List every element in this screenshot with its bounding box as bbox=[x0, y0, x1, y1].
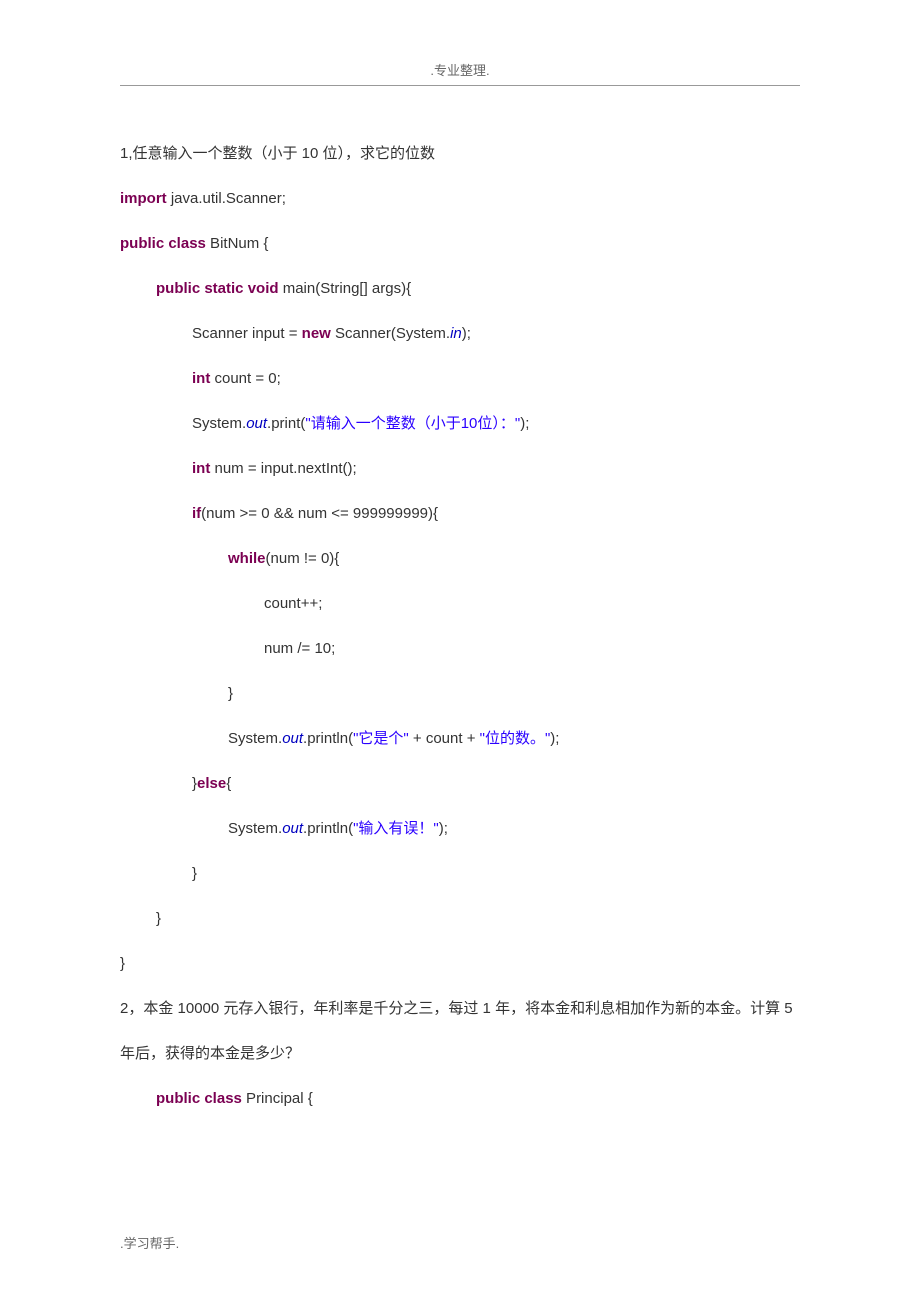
code-line-error-print: System.out.println("输入有误！"); bbox=[120, 806, 800, 851]
code-line-result-print: System.out.println("它是个" + count + "位的数。… bbox=[120, 716, 800, 761]
code-line-class-decl: public class BitNum { bbox=[120, 221, 800, 266]
code-line-class2-decl: public class Principal { bbox=[120, 1076, 800, 1121]
document-page: .专业整理. 1,任意输入一个整数（小于 10 位），求它的位数 import … bbox=[0, 0, 920, 1302]
page-footer: .学习帮手. bbox=[120, 1233, 179, 1252]
code-line-else: }else{ bbox=[120, 761, 800, 806]
code-line-import: import java.util.Scanner; bbox=[120, 176, 800, 221]
code-line-count-decl: int count = 0; bbox=[120, 356, 800, 401]
code-line-while: while(num != 0){ bbox=[120, 536, 800, 581]
code-line-num-decl: int num = input.nextInt(); bbox=[120, 446, 800, 491]
code-line-close-main: } bbox=[120, 896, 800, 941]
code-line-scanner: Scanner input = new Scanner(System.in); bbox=[120, 311, 800, 356]
code-line-main-sig: public static void main(String[] args){ bbox=[120, 266, 800, 311]
problem-2-description: 2，本金 10000 元存入银行，年利率是千分之三，每过 1 年，将本金和利息相… bbox=[120, 986, 800, 1076]
code-line-close-class: } bbox=[120, 941, 800, 986]
code-line-num-div: num /= 10; bbox=[120, 626, 800, 671]
code-line-if: if(num >= 0 && num <= 999999999){ bbox=[120, 491, 800, 536]
code-line-count-incr: count++; bbox=[120, 581, 800, 626]
code-line-close-else: } bbox=[120, 851, 800, 896]
code-line-close-while: } bbox=[120, 671, 800, 716]
code-line-prompt: System.out.print("请输入一个整数（小于10位）："); bbox=[120, 401, 800, 446]
problem-1-description: 1,任意输入一个整数（小于 10 位），求它的位数 bbox=[120, 131, 800, 176]
page-header: .专业整理. bbox=[120, 60, 800, 86]
